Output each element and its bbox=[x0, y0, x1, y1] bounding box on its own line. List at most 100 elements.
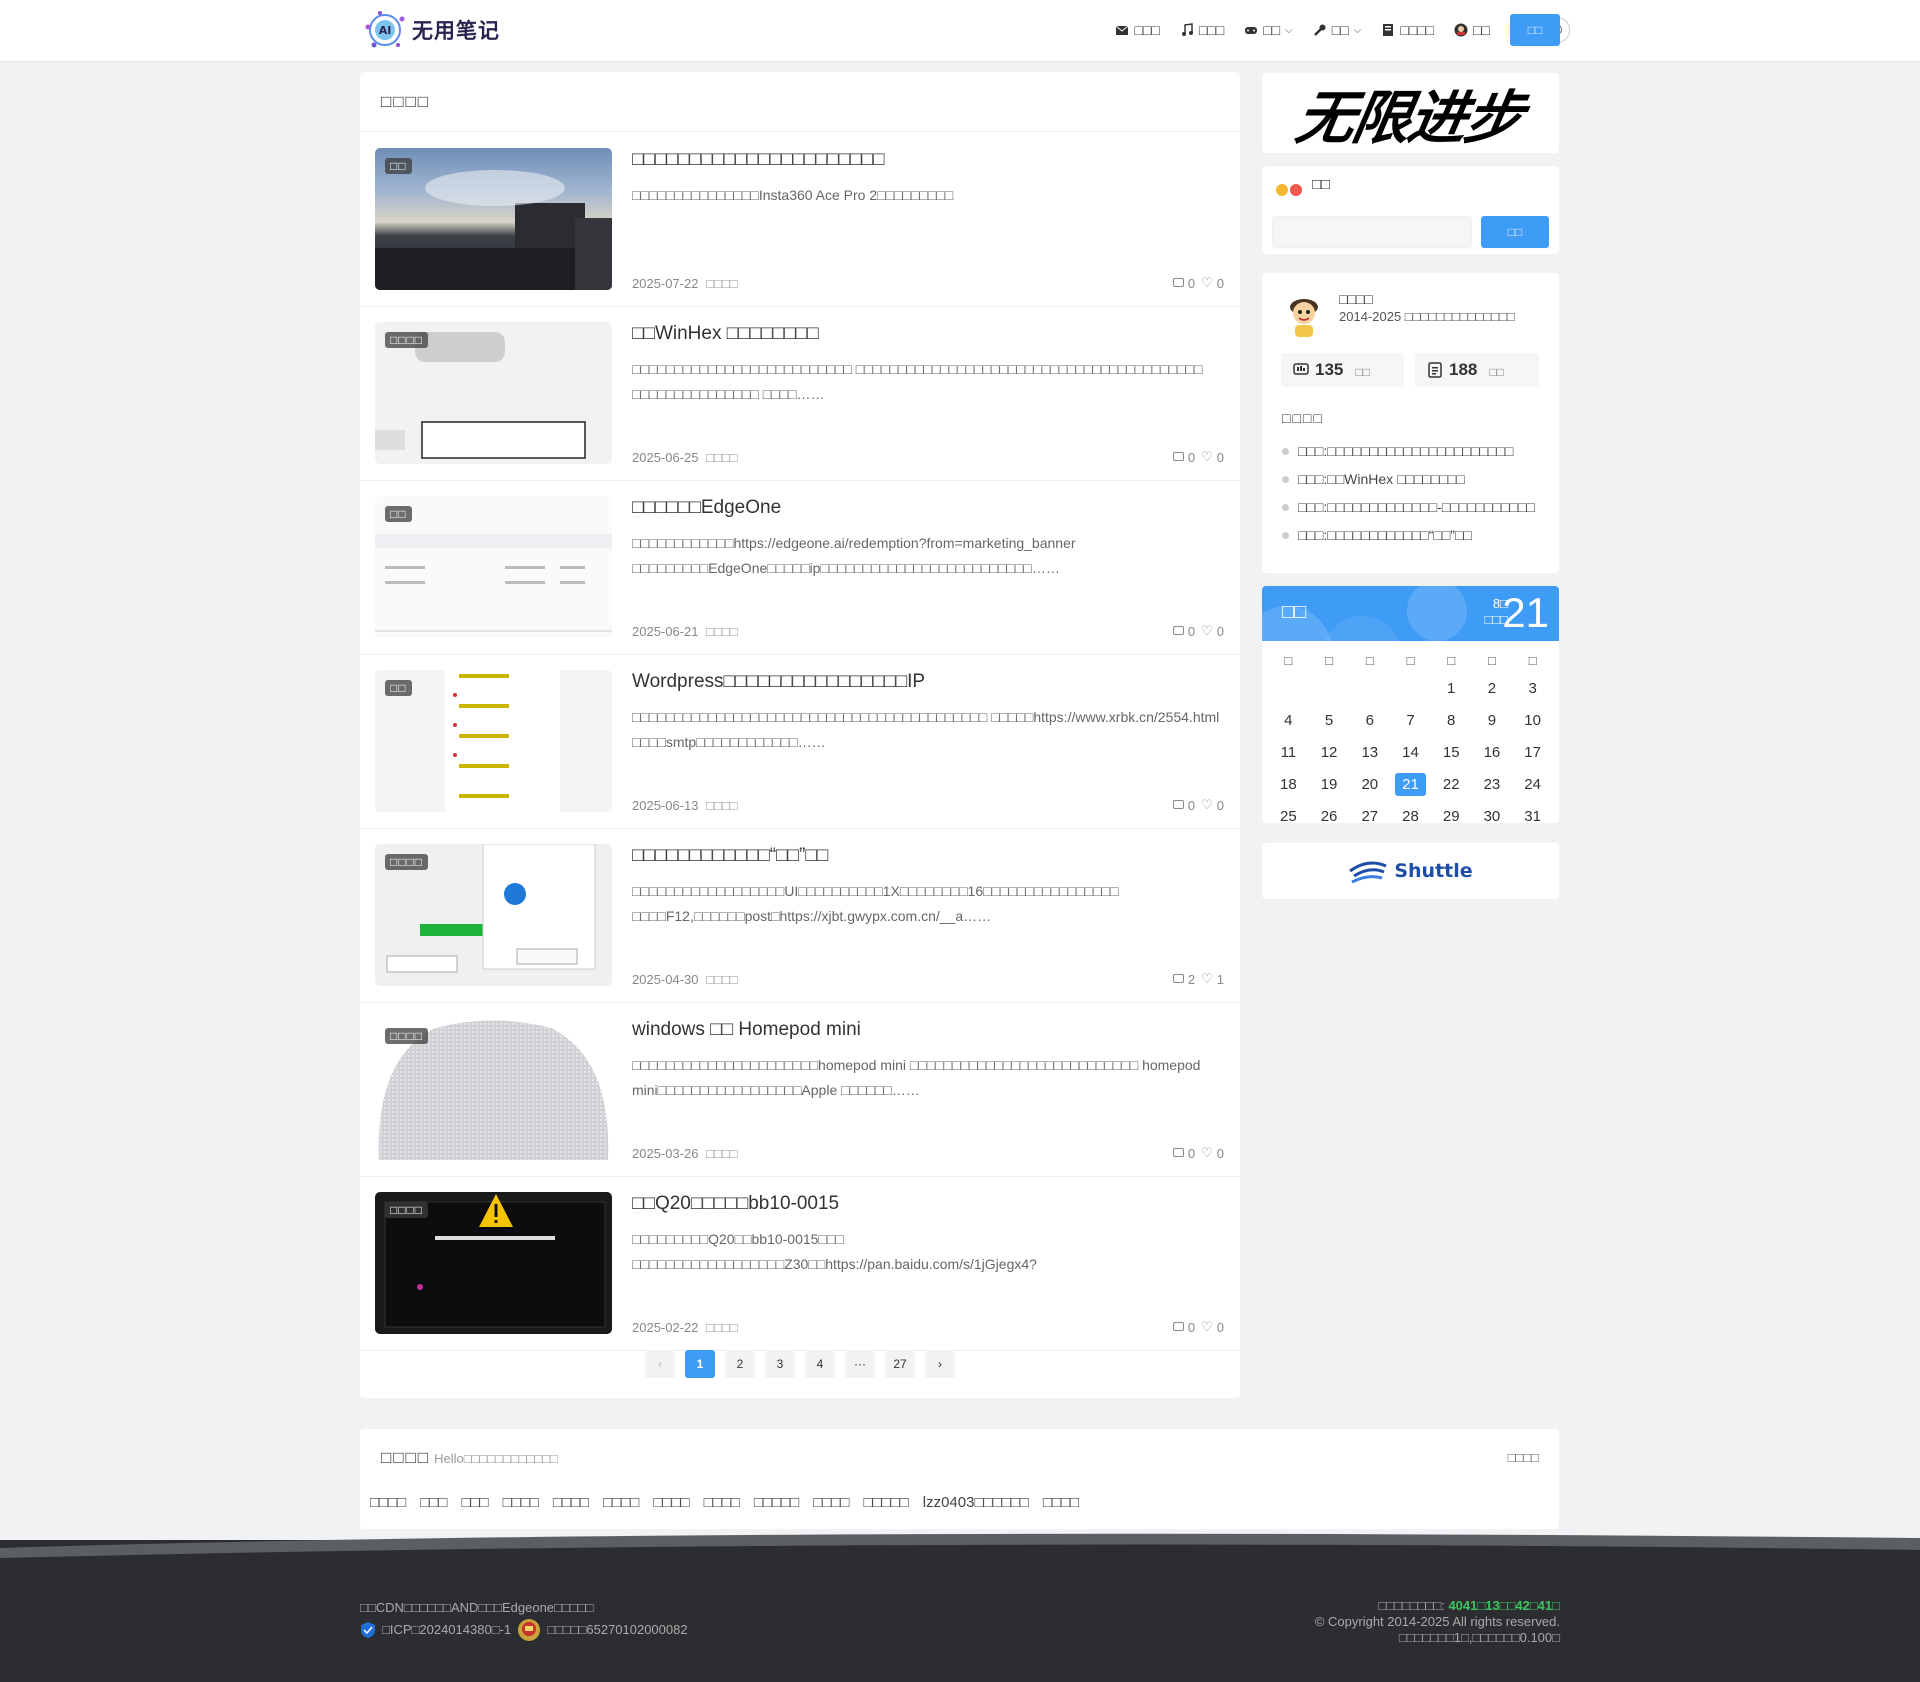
post-category-link[interactable]: □□□□ bbox=[706, 1320, 737, 1335]
pagination-page-1[interactable]: 1 bbox=[685, 1350, 715, 1378]
calendar-day-cell[interactable]: 25 bbox=[1268, 805, 1309, 823]
calendar-day-cell[interactable]: 19 bbox=[1309, 773, 1350, 796]
post-item[interactable]: □□ □□□□□□□□□□□□□□□□□□□□□□ □□□□□□□□□□□□□□… bbox=[360, 133, 1240, 307]
heart-icon[interactable]: ♡ bbox=[1201, 449, 1213, 465]
friend-link-item[interactable]: □□□□ bbox=[553, 1490, 589, 1515]
friend-link-item[interactable]: □□□□ bbox=[704, 1490, 740, 1515]
pagination-page-last[interactable]: 27 bbox=[885, 1350, 915, 1378]
posts-stat[interactable]: 188 □□ bbox=[1415, 353, 1539, 387]
post-thumbnail[interactable]: □□□□ bbox=[375, 322, 612, 464]
post-item[interactable]: □□□□ □□Q20□□□□□bb10-0015 □□□□□□□□□Q20□□b… bbox=[360, 1177, 1240, 1351]
promo-banner[interactable]: 无限进步 bbox=[1262, 73, 1559, 153]
friend-link-item[interactable]: □□□□ bbox=[503, 1490, 539, 1515]
heart-icon[interactable]: ♡ bbox=[1201, 275, 1213, 291]
friend-link-item[interactable]: □□□ bbox=[461, 1490, 488, 1515]
calendar-day-cell[interactable]: 15 bbox=[1431, 741, 1472, 764]
pagination-prev-button[interactable]: ‹ bbox=[645, 1350, 675, 1378]
calendar-today-cell[interactable]: 21 bbox=[1395, 773, 1426, 796]
calendar-day-cell[interactable]: 18 bbox=[1268, 773, 1309, 796]
post-thumbnail[interactable]: □□□□ bbox=[375, 1192, 612, 1334]
calendar-day-cell[interactable]: 20 bbox=[1349, 773, 1390, 796]
calendar-day-cell[interactable]: 8 bbox=[1431, 709, 1472, 732]
post-thumbnail[interactable]: □□□□ bbox=[375, 844, 612, 986]
nav-item-games[interactable]: □□ ⌵ bbox=[1244, 17, 1293, 43]
post-item[interactable]: □□ Wordpress□□□□□□□□□□□□□□□□IP □□□□□□□□□… bbox=[360, 655, 1240, 829]
post-category-link[interactable]: □□□□ bbox=[706, 450, 737, 465]
post-category-link[interactable]: □□□□ bbox=[706, 1146, 737, 1161]
friend-link-item[interactable]: □□□□□ bbox=[863, 1490, 908, 1515]
pagination-next-button[interactable]: › bbox=[925, 1350, 955, 1378]
post-title[interactable]: □□WinHex □□□□□□□□ bbox=[632, 323, 1224, 345]
calendar-day-cell[interactable]: 27 bbox=[1349, 805, 1390, 823]
calendar-day-cell[interactable]: 14 bbox=[1390, 741, 1431, 764]
heart-icon[interactable]: ♡ bbox=[1201, 971, 1213, 987]
comments-stat[interactable]: 135 □□ bbox=[1281, 353, 1404, 387]
nav-item-mail[interactable]: □□□ bbox=[1115, 17, 1160, 43]
calendar-day-cell[interactable]: 1 bbox=[1431, 677, 1472, 700]
post-thumbnail[interactable]: □□□□ bbox=[375, 1018, 612, 1160]
post-thumbnail[interactable]: □□ bbox=[375, 670, 612, 812]
post-category-link[interactable]: □□□□ bbox=[706, 624, 737, 639]
heart-icon[interactable]: ♡ bbox=[1201, 623, 1213, 639]
calendar-day-cell[interactable]: 3 bbox=[1512, 677, 1553, 700]
post-title[interactable]: □□□□□□□□□□□□“□□”□□ bbox=[632, 845, 1224, 867]
calendar-day-cell[interactable]: 13 bbox=[1349, 741, 1390, 764]
calendar-day-cell[interactable]: 6 bbox=[1349, 709, 1390, 732]
nav-item-tools[interactable]: □□ ⌵ bbox=[1313, 17, 1361, 43]
apply-link-button[interactable]: □□□□ bbox=[1508, 1450, 1539, 1465]
post-title[interactable]: □□□□□□EdgeOne bbox=[632, 497, 1224, 519]
post-category-link[interactable]: □□□□ bbox=[706, 972, 737, 987]
police-beian-link[interactable]: □□□□□65270102000082 bbox=[547, 1620, 687, 1640]
sponsor-banner[interactable]: Shuttle bbox=[1262, 843, 1559, 899]
calendar-day-cell[interactable]: 31 bbox=[1512, 805, 1553, 823]
author-avatar[interactable] bbox=[1284, 293, 1324, 341]
calendar-day-cell[interactable]: 5 bbox=[1309, 709, 1350, 732]
calendar-day-cell[interactable]: 7 bbox=[1390, 709, 1431, 732]
post-title[interactable]: □□Q20□□□□□bb10-0015 bbox=[632, 1193, 1224, 1215]
calendar-day-cell[interactable]: 2 bbox=[1472, 677, 1513, 700]
post-thumbnail[interactable]: □□ bbox=[375, 148, 612, 290]
friend-link-item[interactable]: □□□□ bbox=[813, 1490, 849, 1515]
sign-submit-button[interactable]: □□ bbox=[1481, 216, 1549, 248]
calendar-day-cell[interactable]: 16 bbox=[1472, 741, 1513, 764]
post-title[interactable]: Wordpress□□□□□□□□□□□□□□□□IP bbox=[632, 671, 1224, 693]
friend-link-item[interactable]: lzz0403□□□□□□ bbox=[923, 1490, 1029, 1515]
post-item[interactable]: □□□□ windows □□ Homepod mini □□□□□□□□□□□… bbox=[360, 1003, 1240, 1177]
calendar-day-cell[interactable]: 12 bbox=[1309, 741, 1350, 764]
post-category-link[interactable]: □□□□ bbox=[706, 798, 737, 813]
login-button[interactable]: □□ bbox=[1510, 14, 1560, 46]
post-category-link[interactable]: □□□□ bbox=[706, 276, 737, 291]
pagination-page-3[interactable]: 3 bbox=[765, 1350, 795, 1378]
post-item[interactable]: □□□□ □□WinHex □□□□□□□□ □□□□□□□□□□□□□□□□□… bbox=[360, 307, 1240, 481]
post-thumbnail[interactable]: □□ bbox=[375, 496, 612, 638]
recent-comment-item[interactable]: □□□:□□WinHex □□□□□□□□ bbox=[1282, 471, 1541, 488]
recent-comment-item[interactable]: □□□:□□□□□□□□□□□□□-□□□□□□□□□□□ bbox=[1282, 499, 1541, 516]
calendar-day-cell[interactable]: 22 bbox=[1431, 773, 1472, 796]
calendar-day-cell[interactable]: 26 bbox=[1309, 805, 1350, 823]
heart-icon[interactable]: ♡ bbox=[1201, 1145, 1213, 1161]
nav-item-about[interactable]: □□ bbox=[1454, 17, 1490, 43]
pagination-ellipsis[interactable]: ··· bbox=[845, 1350, 875, 1378]
recent-comment-item[interactable]: □□□:□□□□□□□□□□□□□□□□□□□□□□ bbox=[1282, 443, 1541, 460]
friend-link-item[interactable]: □□□□ bbox=[1043, 1490, 1079, 1515]
calendar-day-cell[interactable]: 30 bbox=[1472, 805, 1513, 823]
post-title[interactable]: windows □□ Homepod mini bbox=[632, 1019, 1224, 1041]
friend-link-item[interactable]: □□□□ bbox=[653, 1490, 689, 1515]
nav-item-notes[interactable]: □□□□ bbox=[1381, 17, 1434, 43]
friend-link-item[interactable]: □□□□ bbox=[370, 1490, 406, 1515]
calendar-day-cell[interactable]: 4 bbox=[1268, 709, 1309, 732]
calendar-day-cell[interactable]: 11 bbox=[1268, 741, 1309, 764]
calendar-day-cell[interactable]: 17 bbox=[1512, 741, 1553, 764]
pagination-page-2[interactable]: 2 bbox=[725, 1350, 755, 1378]
calendar-day-cell[interactable]: 24 bbox=[1512, 773, 1553, 796]
calendar-day-cell[interactable]: 10 bbox=[1512, 709, 1553, 732]
friend-link-item[interactable]: □□□□ bbox=[603, 1490, 639, 1515]
recent-comment-item[interactable]: □□□:□□□□□□□□□□□□“□□”□□ bbox=[1282, 527, 1541, 544]
friend-link-item[interactable]: □□□□□ bbox=[754, 1490, 799, 1515]
post-title[interactable]: □□□□□□□□□□□□□□□□□□□□□□ bbox=[632, 149, 1224, 171]
calendar-day-cell[interactable]: 9 bbox=[1472, 709, 1513, 732]
post-item[interactable]: □□□□ □□□□□□□□□□□□“□□”□□ □□□□□□□□□□□□□□□□… bbox=[360, 829, 1240, 1003]
heart-icon[interactable]: ♡ bbox=[1201, 1319, 1213, 1335]
calendar-day-cell[interactable]: 28 bbox=[1390, 805, 1431, 823]
site-logo[interactable]: AI 无用笔记 bbox=[362, 6, 500, 54]
